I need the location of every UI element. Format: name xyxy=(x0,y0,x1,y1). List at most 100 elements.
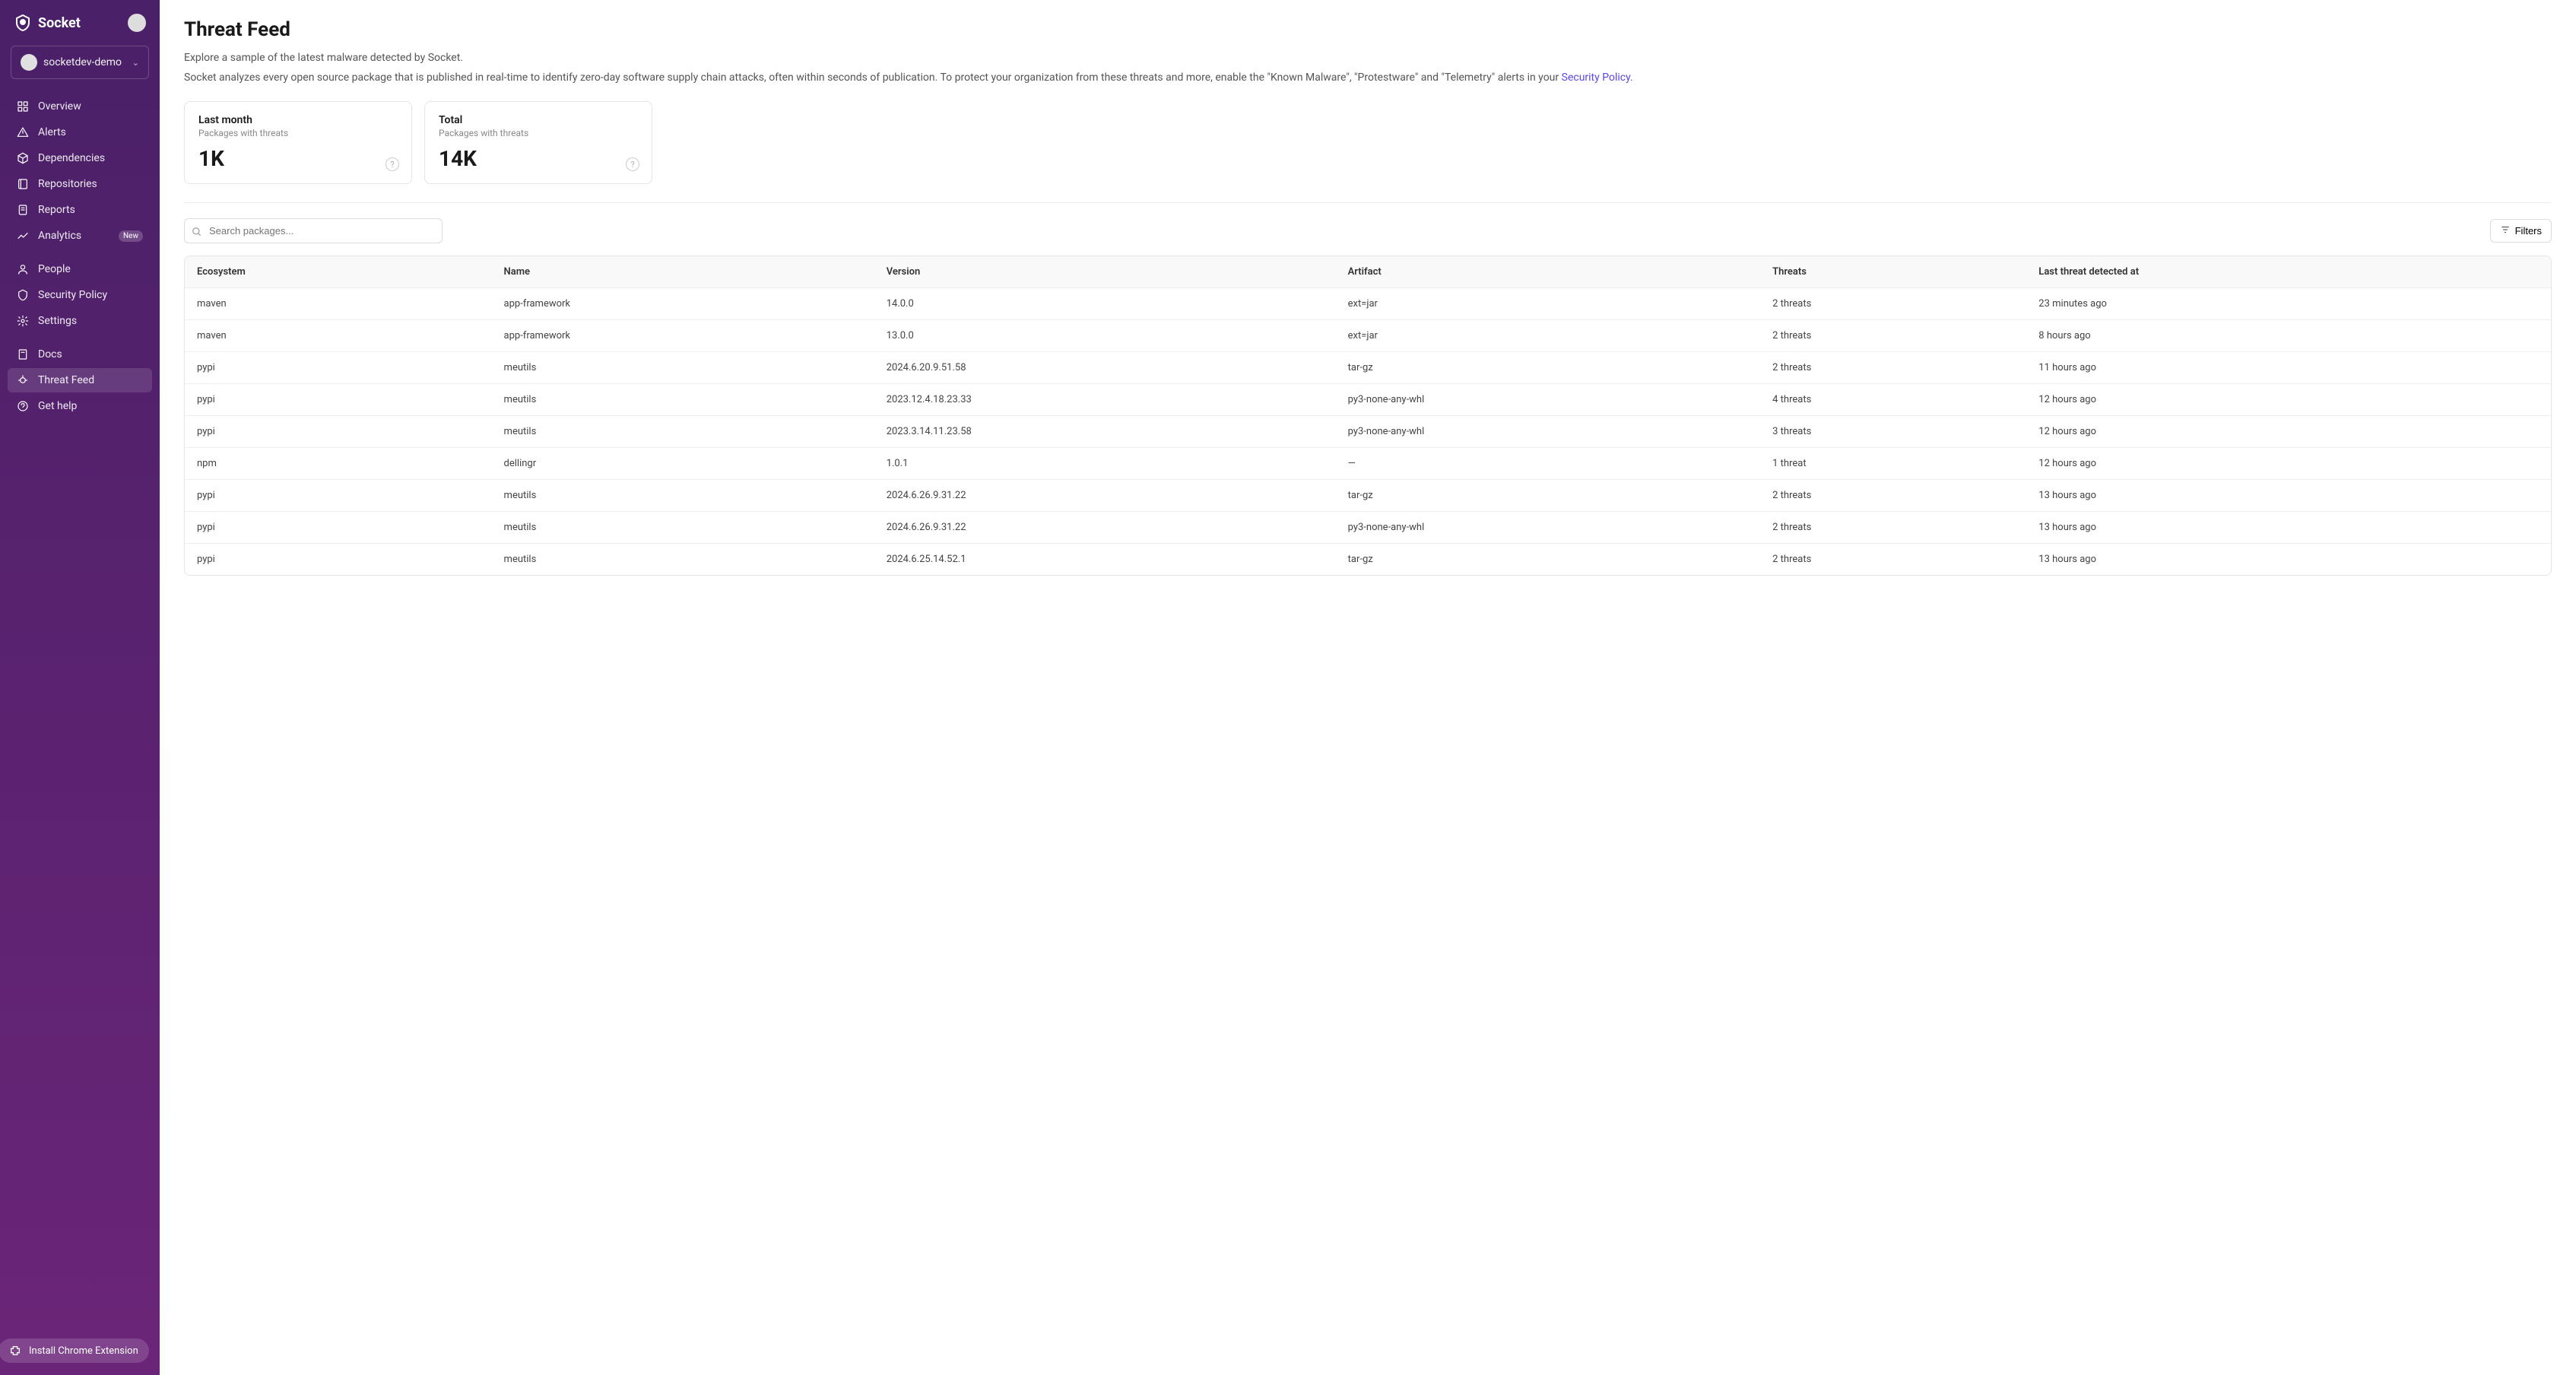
page-title: Threat Feed xyxy=(184,18,2552,41)
cell-ecosystem: npm xyxy=(185,448,492,480)
help-icon[interactable]: ? xyxy=(385,157,399,171)
sidebar-item-people[interactable]: People xyxy=(8,257,152,281)
table-body: mavenapp-framework14.0.0ext=jar2 threats… xyxy=(185,288,2551,576)
table-row[interactable]: pypimeutils2024.6.26.9.31.22tar-gz2 thre… xyxy=(185,480,2551,512)
cell-ecosystem: pypi xyxy=(185,480,492,512)
stat-value: 14K xyxy=(439,146,638,171)
brand-text: Socket xyxy=(38,15,81,31)
stat-value: 1K xyxy=(198,146,398,171)
cell-artifact: — xyxy=(1336,448,1761,480)
nav-label: Security Policy xyxy=(38,289,107,301)
cell-ecosystem: pypi xyxy=(185,544,492,576)
cell-detected: 12 hours ago xyxy=(2026,448,2551,480)
column-header[interactable]: Last threat detected at xyxy=(2026,256,2551,288)
install-extension-button[interactable]: Install Chrome Extension xyxy=(0,1338,149,1363)
cell-artifact: ext=jar xyxy=(1336,320,1761,352)
sidebar-item-threat-feed[interactable]: Threat Feed xyxy=(8,368,152,392)
divider xyxy=(184,202,2552,203)
cell-name: meutils xyxy=(492,480,874,512)
table-row[interactable]: mavenapp-framework14.0.0ext=jar2 threats… xyxy=(185,288,2551,320)
nav-label: Docs xyxy=(38,348,62,360)
sidebar-item-security-policy[interactable]: Security Policy xyxy=(8,283,152,307)
sidebar-item-repositories[interactable]: Repositories xyxy=(8,172,152,196)
sidebar-item-settings[interactable]: Settings xyxy=(8,309,152,333)
cell-version: 2024.6.26.9.31.22 xyxy=(874,480,1336,512)
column-header[interactable]: Threats xyxy=(1760,256,2026,288)
sidebar-item-get-help[interactable]: Get help xyxy=(8,394,152,418)
table-row[interactable]: npmdellingr1.0.1—1 threat12 hours ago xyxy=(185,448,2551,480)
column-header[interactable]: Version xyxy=(874,256,1336,288)
sidebar-item-analytics[interactable]: Analytics New xyxy=(8,224,152,248)
cell-detected: 13 hours ago xyxy=(2026,544,2551,576)
cell-detected: 12 hours ago xyxy=(2026,416,2551,448)
cell-name: meutils xyxy=(492,416,874,448)
cell-threats: 2 threats xyxy=(1760,320,2026,352)
search-input[interactable] xyxy=(184,218,443,243)
repo-icon xyxy=(17,178,29,190)
toolbar: Filters xyxy=(184,218,2552,243)
cell-artifact: ext=jar xyxy=(1336,288,1761,320)
report-icon xyxy=(17,204,29,216)
main-content: Threat Feed Explore a sample of the late… xyxy=(160,0,2576,1375)
puzzle-icon xyxy=(9,1345,21,1357)
help-icon[interactable]: ? xyxy=(626,157,639,171)
cell-threats: 2 threats xyxy=(1760,480,2026,512)
nav-label: Analytics xyxy=(38,230,81,242)
chevron-down-icon: ⌄ xyxy=(132,58,139,68)
cell-name: meutils xyxy=(492,352,874,384)
stat-card: Last month Packages with threats 1K? xyxy=(184,101,412,184)
table-row[interactable]: pypimeutils2023.3.14.11.23.58py3-none-an… xyxy=(185,416,2551,448)
org-name: socketdev-demo xyxy=(43,56,126,68)
bug-icon xyxy=(17,374,29,386)
grid-icon xyxy=(17,100,29,113)
filters-label: Filters xyxy=(2515,225,2542,237)
column-header[interactable]: Ecosystem xyxy=(185,256,492,288)
sidebar-item-overview[interactable]: Overview xyxy=(8,94,152,119)
stat-label: Total xyxy=(439,114,638,126)
new-badge: New xyxy=(119,230,143,242)
table-header-row: EcosystemNameVersionArtifactThreatsLast … xyxy=(185,256,2551,288)
table-row[interactable]: pypimeutils2023.12.4.18.23.33py3-none-an… xyxy=(185,384,2551,416)
sidebar-item-alerts[interactable]: Alerts xyxy=(8,120,152,144)
column-header[interactable]: Name xyxy=(492,256,874,288)
table-row[interactable]: pypimeutils2024.6.26.9.31.22py3-none-any… xyxy=(185,512,2551,544)
shield-logo-icon xyxy=(14,14,32,32)
cell-name: meutils xyxy=(492,512,874,544)
table-row[interactable]: mavenapp-framework13.0.0ext=jar2 threats… xyxy=(185,320,2551,352)
cell-name: app-framework xyxy=(492,288,874,320)
stat-label: Last month xyxy=(198,114,398,126)
cell-threats: 1 threat xyxy=(1760,448,2026,480)
cell-version: 13.0.0 xyxy=(874,320,1336,352)
search-icon xyxy=(192,226,202,237)
desc-pre: Socket analyzes every open source packag… xyxy=(184,71,1562,84)
sidebar-item-docs[interactable]: Docs xyxy=(8,342,152,367)
cell-detected: 12 hours ago xyxy=(2026,384,2551,416)
sidebar-item-reports[interactable]: Reports xyxy=(8,198,152,222)
cell-version: 2024.6.20.9.51.58 xyxy=(874,352,1336,384)
filters-button[interactable]: Filters xyxy=(2490,219,2552,243)
cell-threats: 4 threats xyxy=(1760,384,2026,416)
cell-ecosystem: pypi xyxy=(185,352,492,384)
org-switcher[interactable]: socketdev-demo ⌄ xyxy=(11,46,149,79)
gear-icon xyxy=(17,315,29,327)
logo[interactable]: Socket xyxy=(14,14,81,32)
nav-label: Overview xyxy=(38,100,81,113)
filter-icon xyxy=(2500,224,2511,237)
cell-version: 2024.6.26.9.31.22 xyxy=(874,512,1336,544)
threats-table: EcosystemNameVersionArtifactThreatsLast … xyxy=(184,256,2552,576)
security-policy-link[interactable]: Security Policy xyxy=(1562,71,1630,84)
cell-name: dellingr xyxy=(492,448,874,480)
package-icon xyxy=(17,152,29,164)
nav-label: Dependencies xyxy=(38,152,105,164)
table-row[interactable]: pypimeutils2024.6.25.14.52.1tar-gz2 thre… xyxy=(185,544,2551,576)
cell-ecosystem: maven xyxy=(185,320,492,352)
cell-threats: 3 threats xyxy=(1760,416,2026,448)
sidebar-item-dependencies[interactable]: Dependencies xyxy=(8,146,152,170)
cell-ecosystem: pypi xyxy=(185,384,492,416)
stat-sub: Packages with threats xyxy=(198,128,398,138)
user-avatar[interactable] xyxy=(128,14,146,32)
nav-secondary: People Security Policy Settings xyxy=(8,257,152,333)
table-row[interactable]: pypimeutils2024.6.20.9.51.58tar-gz2 thre… xyxy=(185,352,2551,384)
column-header[interactable]: Artifact xyxy=(1336,256,1761,288)
nav-label: Alerts xyxy=(38,126,66,138)
